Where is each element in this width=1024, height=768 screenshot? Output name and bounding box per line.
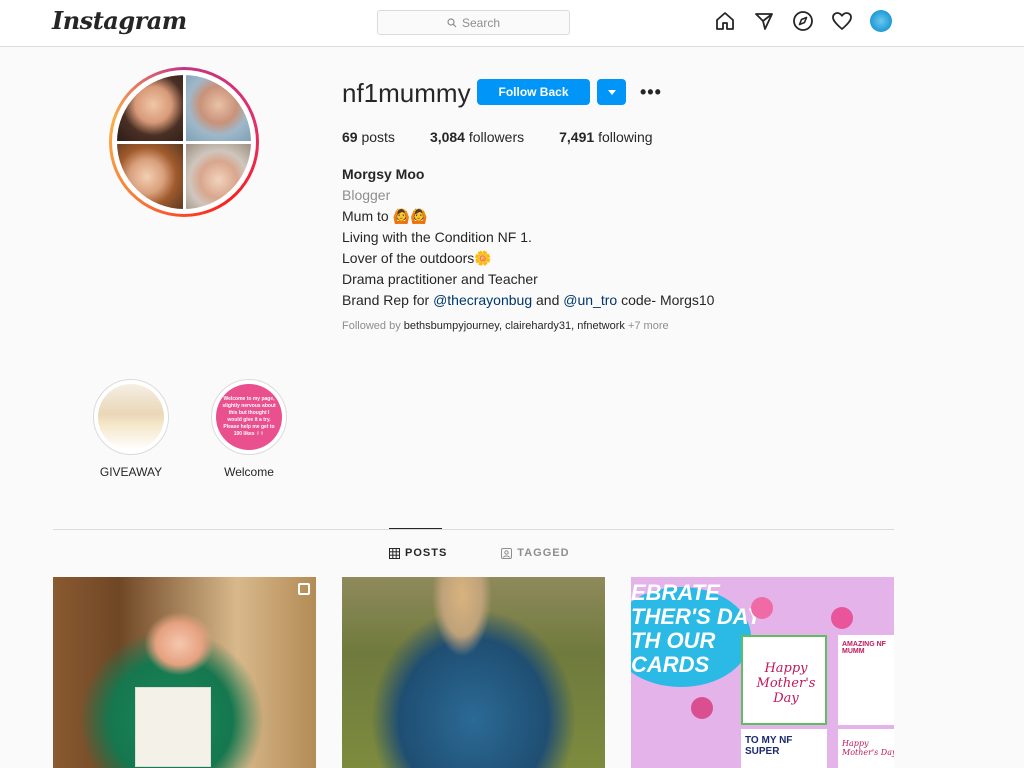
profile-category: Blogger — [342, 187, 391, 203]
profile-photo-tile — [117, 75, 183, 141]
highlight-cover — [98, 384, 164, 450]
profile-photo-tile — [185, 75, 251, 141]
carousel-icon — [298, 583, 310, 595]
direct-icon[interactable] — [753, 10, 775, 32]
profile-full-name: Morgsy Moo — [342, 166, 425, 182]
posts-count: 69 posts — [342, 129, 395, 145]
flower-decoration — [691, 697, 713, 719]
suggested-dropdown-button[interactable] — [597, 79, 626, 105]
grid-icon — [389, 547, 400, 559]
tab-posts[interactable]: POSTS — [389, 547, 447, 559]
highlight-giveaway[interactable]: GIVEAWAY — [93, 379, 169, 479]
flower-decoration — [831, 607, 853, 629]
profile-username: nf1mummy — [342, 78, 471, 108]
post-image-detail — [135, 687, 211, 767]
card-image: Happy Mother's Day — [741, 635, 827, 725]
profile-tabs: POSTS TAGGED — [389, 547, 570, 559]
thecrayonbug-link[interactable]: @thecrayonbug — [433, 292, 532, 308]
following-link[interactable]: 7,491 following — [559, 129, 652, 145]
top-navigation-bar: Instagram Search — [0, 0, 1024, 47]
un-tro-link[interactable]: @un_tro — [563, 292, 617, 308]
card-image: Happy Mother's Day — [838, 729, 894, 768]
profile-photo-tile — [185, 143, 251, 209]
search-input[interactable]: Search — [377, 10, 570, 35]
tab-tagged[interactable]: TAGGED — [501, 547, 569, 559]
activity-icon[interactable] — [831, 10, 853, 32]
post-thumbnail[interactable] — [53, 577, 316, 768]
profile-stats: 69 posts 3,084 followers 7,491 following — [342, 129, 653, 145]
profile-avatar[interactable] — [870, 10, 892, 32]
home-icon[interactable] — [714, 10, 736, 32]
explore-icon[interactable] — [792, 10, 814, 32]
chevron-down-icon — [607, 89, 616, 95]
bio-line: Brand Rep for @thecrayonbug and @un_tro … — [342, 292, 715, 308]
search-icon — [447, 17, 457, 27]
active-tab-indicator — [389, 528, 442, 529]
follow-back-button[interactable]: Follow Back — [477, 79, 590, 105]
profile-photo-tile — [117, 143, 183, 209]
post-thumbnail[interactable]: EBRATE THER'S DAY TH OUR CARDS Happy Mot… — [631, 577, 894, 768]
highlight-cover: Welcome to my page, slightly nervous abo… — [216, 384, 282, 450]
profile-picture[interactable] — [109, 67, 259, 217]
followers-link[interactable]: 3,084 followers — [430, 129, 524, 145]
card-image: AMAZING NF MUMM — [838, 635, 894, 725]
instagram-logo[interactable]: Instagram — [52, 6, 187, 35]
flower-decoration — [751, 597, 773, 619]
highlight-label: GIVEAWAY — [99, 465, 163, 479]
bio-line: Living with the Condition NF 1. — [342, 229, 532, 245]
post-image-detail — [427, 577, 497, 667]
card-image: TO MY NF SUPER — [741, 729, 827, 768]
bio-line: Mum to 🙆🙆 — [342, 208, 428, 224]
bio-line: Drama practitioner and Teacher — [342, 271, 538, 287]
post-thumbnail[interactable] — [342, 577, 605, 768]
search-placeholder: Search — [461, 15, 501, 30]
more-options-icon[interactable]: ••• — [640, 82, 662, 103]
highlight-label: Welcome — [224, 465, 274, 479]
tagged-icon — [501, 547, 513, 559]
bio-line: Lover of the outdoors🌼 — [342, 250, 492, 266]
tabs-divider — [53, 529, 894, 530]
highlight-welcome[interactable]: Welcome to my page, slightly nervous abo… — [211, 379, 287, 479]
profile-bio: Morgsy Moo Blogger Mum to 🙆🙆 Living with… — [342, 164, 714, 311]
followed-by[interactable]: Followed by bethsbumpyjourney, clairehar… — [342, 320, 669, 332]
